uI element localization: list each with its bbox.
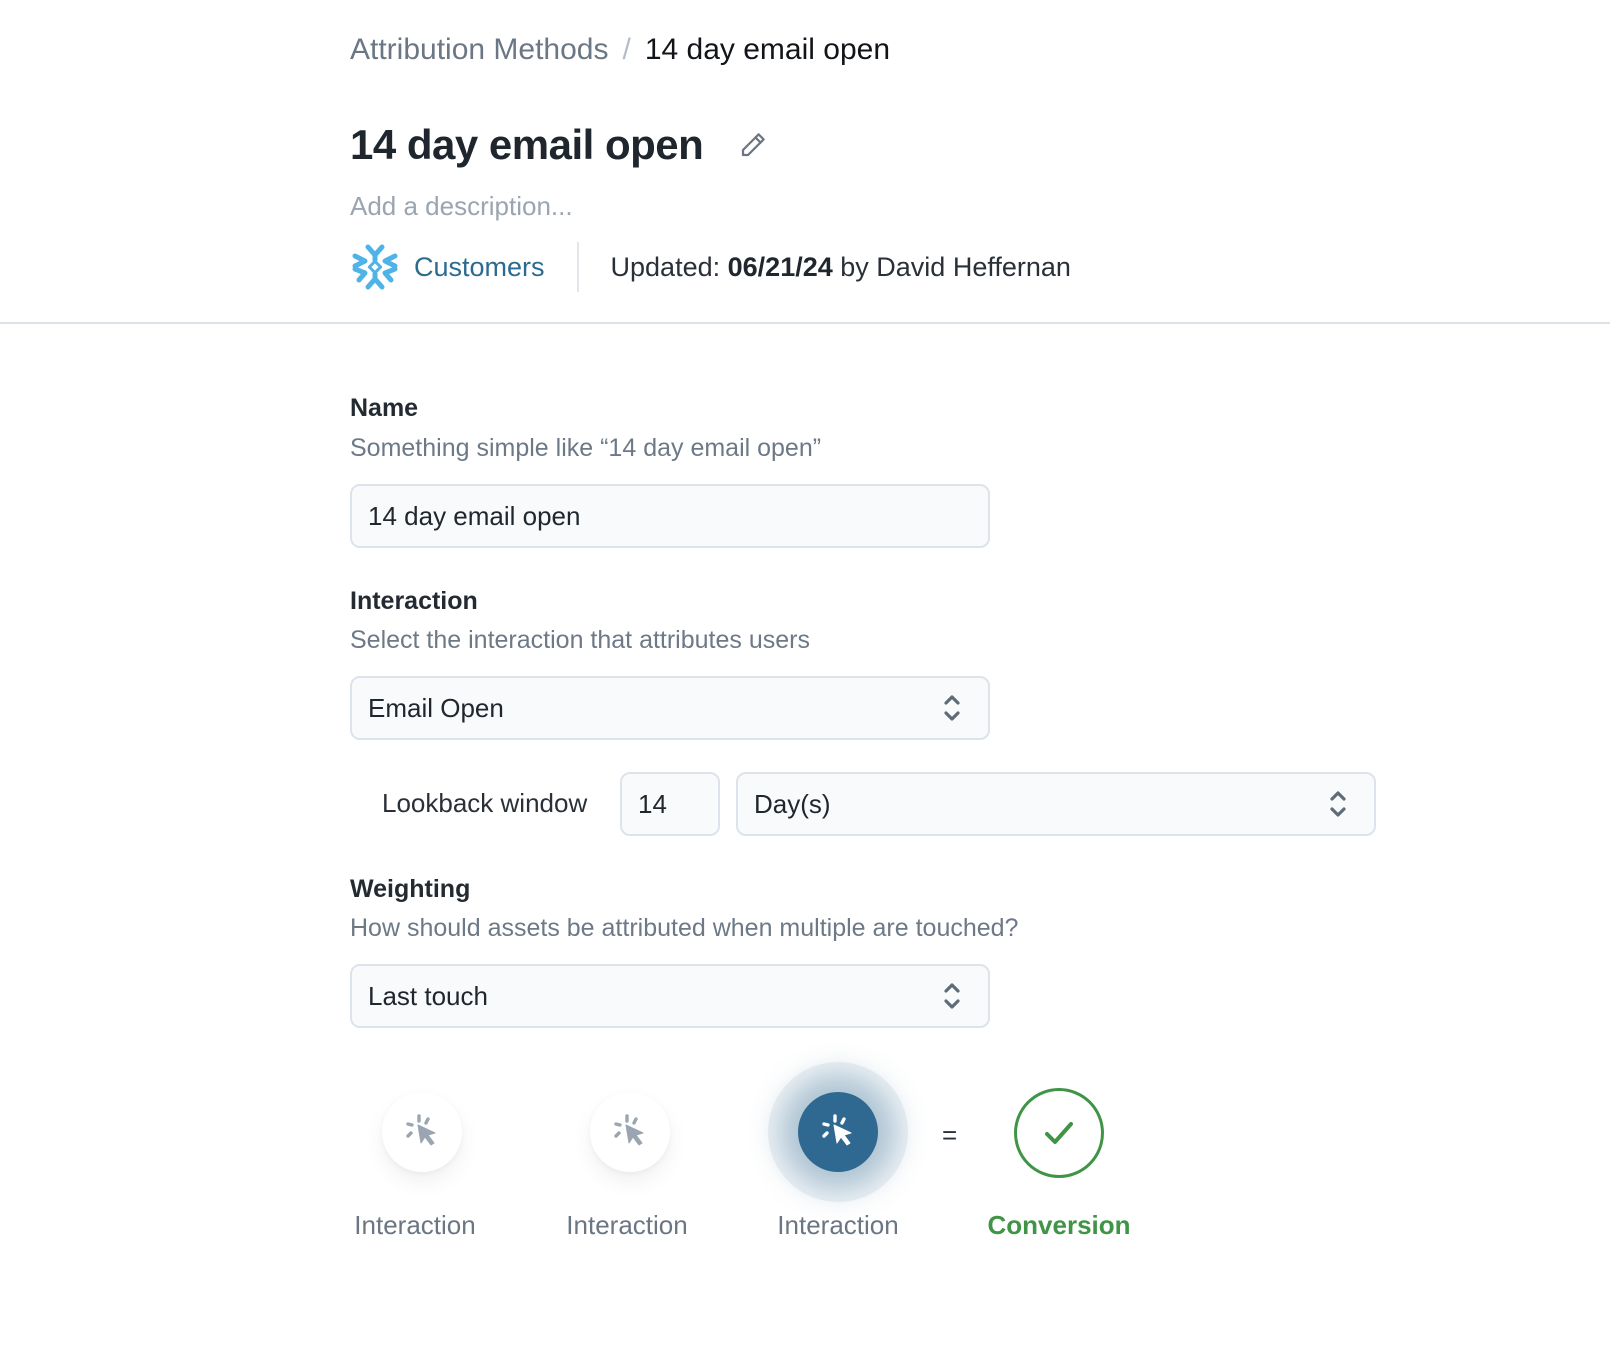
diagram-step-label: Interaction [354,1210,476,1240]
interaction-bubble [590,1092,670,1172]
source-link[interactable]: Customers [350,242,545,292]
diagram-step-label: Interaction [777,1210,899,1240]
meta-row: Customers Updated: 06/21/24 by David Hef… [350,240,1071,294]
interaction-selected-value: Email Open [368,692,504,723]
name-label: Name [350,394,419,422]
edit-title-button[interactable] [737,129,769,161]
title-row: 14 day email open [350,118,769,172]
updated-date: 06/21/24 [727,251,833,282]
breadcrumb-separator: / [622,33,631,66]
chevron-up-down-icon [944,983,960,1009]
updated-info: Updated: 06/21/24 by David Heffernan [611,252,1071,283]
updated-by: by David Heffernan [840,251,1071,282]
pencil-icon [742,133,766,157]
click-cursor-icon [614,1114,644,1146]
lookback-label: Lookback window [382,788,588,818]
breadcrumb: Attribution Methods / 14 day email open [350,30,890,70]
chevron-up-down-icon [944,695,960,721]
breadcrumb-current: 14 day email open [644,33,890,66]
diagram-step [382,1092,462,1172]
conversion-circle [1014,1088,1104,1178]
weighting-selected-value: Last touch [368,980,488,1011]
weighting-label: Weighting [350,875,471,903]
page-title: 14 day email open [350,121,704,168]
name-help: Something simple like “14 day email open… [350,434,822,462]
name-input[interactable]: 14 day email open [350,484,990,548]
snowflake-icon [352,244,398,290]
click-cursor-icon [406,1114,436,1146]
updated-prefix: Updated: [610,251,721,282]
meta-divider [576,242,579,292]
weighting-select[interactable]: Last touch [350,964,990,1028]
page-header: Attribution Methods / 14 day email open 14… [0,0,1610,324]
conversion-label: Conversion [987,1210,1131,1240]
lookback-unit-select[interactable]: Day(s) [736,772,1376,836]
lookback-value-input[interactable]: 14 [620,772,720,836]
interaction-bubble-active [798,1092,878,1172]
name-input-value: 14 day email open [368,500,581,531]
source-label: Customers [414,251,545,282]
diagram-step [590,1092,670,1172]
chevron-up-down-icon [1330,791,1346,817]
description-field[interactable]: Add a description... [350,188,573,224]
interaction-bubble [382,1092,462,1172]
check-icon [1045,1122,1073,1144]
interaction-label: Interaction [350,587,478,615]
click-cursor-icon [822,1114,852,1146]
breadcrumb-parent-link[interactable]: Attribution Methods [350,33,608,66]
diagram-step-label: Interaction [566,1210,688,1240]
lookback-unit-value: Day(s) [754,788,831,819]
interaction-select[interactable]: Email Open [350,676,990,740]
equals-sign: = [942,1120,958,1150]
interaction-help: Select the interaction that attributes u… [350,626,810,654]
diagram-step-active [798,1092,878,1172]
lookback-value: 14 [638,788,667,819]
weighting-help: How should assets be attributed when mul… [350,914,1019,942]
